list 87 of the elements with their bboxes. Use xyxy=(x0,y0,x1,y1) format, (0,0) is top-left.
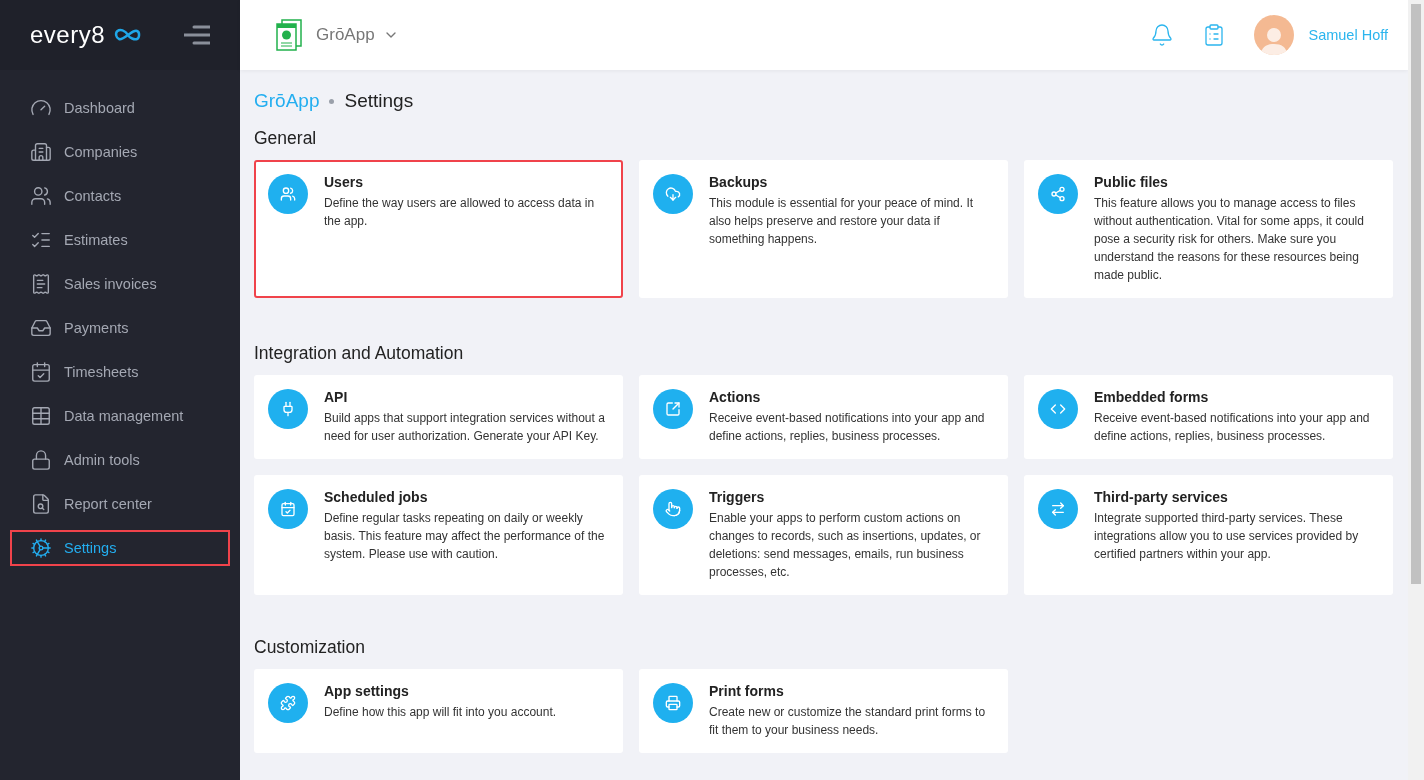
card-title: API xyxy=(324,389,349,405)
sidebar-item-label: Dashboard xyxy=(64,100,135,116)
table-icon xyxy=(30,405,52,427)
settings-card[interactable]: Actions Receive event-based notifications into your app and define actions, replies, business processes. xyxy=(639,375,1008,459)
pointer-hand-icon xyxy=(653,489,693,529)
card-description: This feature allows you to manage access to files without authentication. Vital for some apps, it could pose a security risk for others. Make sure you understand the reasons for these resources being made public. xyxy=(1094,195,1365,284)
card-title: Backups xyxy=(709,174,769,190)
settings-card[interactable]: Users Define the way users are allowed to access data in the app. xyxy=(254,160,623,298)
card-description: Enable your apps to perform custom actions on changes to records, such as insertions, updates, or deletions: send messages, emails, run business processes, etc. xyxy=(709,510,982,581)
people-icon xyxy=(30,185,52,207)
sidebar-item-label: Settings xyxy=(64,540,117,556)
card-title: Triggers xyxy=(709,489,766,505)
card-description: Receive event-based notifications into your app and define actions, replies, business processes. xyxy=(709,410,986,445)
sidebar-item[interactable]: Report center xyxy=(10,486,230,522)
sidebar-item[interactable]: Payments xyxy=(10,310,230,346)
settings-card[interactable]: Print forms Create new or customize the standard print forms to fit them to your business needs. xyxy=(639,669,1008,753)
sidebar-item[interactable]: Data management xyxy=(10,398,230,434)
card-title: Scheduled jobs xyxy=(324,489,429,505)
cloud-download-icon xyxy=(653,174,693,214)
swap-arrows-icon xyxy=(1038,489,1078,529)
card-description: Define how this app will fit into you account. xyxy=(324,704,557,721)
card-description: Create new or customize the standard print forms to fit them to your business needs. xyxy=(709,704,987,739)
sidebar-item[interactable]: Sales invoices xyxy=(10,266,230,302)
sidebar-item-label: Payments xyxy=(64,320,129,336)
settings-card[interactable]: Embedded forms Receive event-based notifications into your app and define actions, replies, business processes. xyxy=(1024,375,1393,459)
page-title: Settings xyxy=(344,90,414,112)
building-icon xyxy=(30,141,52,163)
settings-card[interactable] xyxy=(1024,160,1393,298)
bell-icon[interactable] xyxy=(1150,23,1175,47)
invoice-icon xyxy=(30,273,52,295)
plug-icon xyxy=(268,389,308,429)
sidebar-item[interactable]: Dashboard xyxy=(10,90,230,126)
app-switcher[interactable]: GrōApp xyxy=(316,25,399,45)
external-link-icon xyxy=(653,389,693,429)
card-description: Integrate supported third-party services. These integrations allow you to use services provided by certified partners within your app. xyxy=(1094,510,1360,563)
puzzle-icon xyxy=(268,683,308,723)
sidebar-item[interactable]: Companies xyxy=(10,134,230,170)
settings-card[interactable]: Triggers Enable your apps to perform custom actions on changes to records, such as insertions, updates, or deletions: send messages, emails, run business processes, etc. xyxy=(639,475,1008,595)
sidebar-item-label: Timesheets xyxy=(64,364,139,380)
scrollbar[interactable] xyxy=(1408,0,1424,780)
invoice-app-icon xyxy=(276,19,302,51)
menu-icon[interactable] xyxy=(184,25,210,45)
lock-icon xyxy=(30,449,52,471)
brand-logo: every8 xyxy=(30,21,106,49)
sidebar-item-label: Estimates xyxy=(64,232,128,248)
sidebar-item[interactable]: Admin tools xyxy=(10,442,230,478)
settings-card[interactable]: Third-party services Integrate supported third-party services. These integrations allow you to use services provided by certified partners within your app. xyxy=(1024,475,1393,595)
sidebar-item-label: Companies xyxy=(64,144,138,160)
sidebar-item[interactable]: Timesheets xyxy=(10,354,230,390)
card-description: Define the way users are allowed to access data in the app. xyxy=(324,195,596,230)
sidebar-item-label: Contacts xyxy=(64,188,122,204)
card-title: Users xyxy=(324,174,364,190)
card-description: Build apps that support integration services without a need for user authorization. Generate your API Key. xyxy=(324,410,606,445)
sidebar-item-label: Admin tools xyxy=(64,452,140,468)
card-title: Print forms xyxy=(709,683,785,699)
card-title: App settings xyxy=(324,683,410,699)
card-title: Public files xyxy=(1094,174,1169,190)
card-title: Third-party services xyxy=(1094,489,1229,505)
sidebar-item-label: Sales invoices xyxy=(64,276,157,292)
printer-icon xyxy=(653,683,693,723)
settings-card[interactable]: App settings Define how this app will fit into you account. xyxy=(254,669,623,753)
sidebar-item-label: Data management xyxy=(64,408,184,424)
card-title: Actions xyxy=(709,389,762,405)
sidebar-item[interactable]: Settings xyxy=(10,530,230,566)
card-description: Receive event-based notifications into your app and define actions, replies, business processes. xyxy=(1094,410,1371,445)
section-title: General xyxy=(254,128,318,149)
code-icon xyxy=(1038,389,1078,429)
section-title: Integration and Automation xyxy=(254,343,465,364)
sidebar-item[interactable]: Estimates xyxy=(10,222,230,258)
calendar-check-icon xyxy=(268,489,308,529)
sidebar-item[interactable]: Contacts xyxy=(10,178,230,214)
settings-card[interactable]: Backups This module is essential for your peace of mind. It also helps preserve and restore your data if something happens. xyxy=(639,160,1008,298)
section-title: Customization xyxy=(254,637,366,658)
settings-card[interactable]: Scheduled jobs Define regular tasks repeating on daily or weekly basis. This feature may affect the performance of the system. Please use with caution. xyxy=(254,475,623,595)
calendar-check-icon xyxy=(30,361,52,383)
card-description: Define regular tasks repeating on daily or weekly basis. This feature may affect the performance of the system. Please use with caution. xyxy=(324,510,606,563)
breadcrumb-separator xyxy=(329,98,335,104)
card-description: This module is essential for your peace of mind. It also helps preserve and restore your data if something happens. xyxy=(709,195,975,248)
inbox-tray-icon xyxy=(30,317,52,339)
card-title: Embedded forms xyxy=(1094,389,1210,405)
report-search-icon xyxy=(30,493,52,515)
sidebar-item-label: Report center xyxy=(64,496,152,512)
settings-card[interactable]: API Build apps that support integration services without a need for user authorization. Generate your API Key. xyxy=(254,375,623,459)
settings-icon xyxy=(30,537,52,559)
users-icon xyxy=(268,174,308,214)
avatar[interactable] xyxy=(1254,15,1295,55)
share-icon xyxy=(1038,174,1078,214)
